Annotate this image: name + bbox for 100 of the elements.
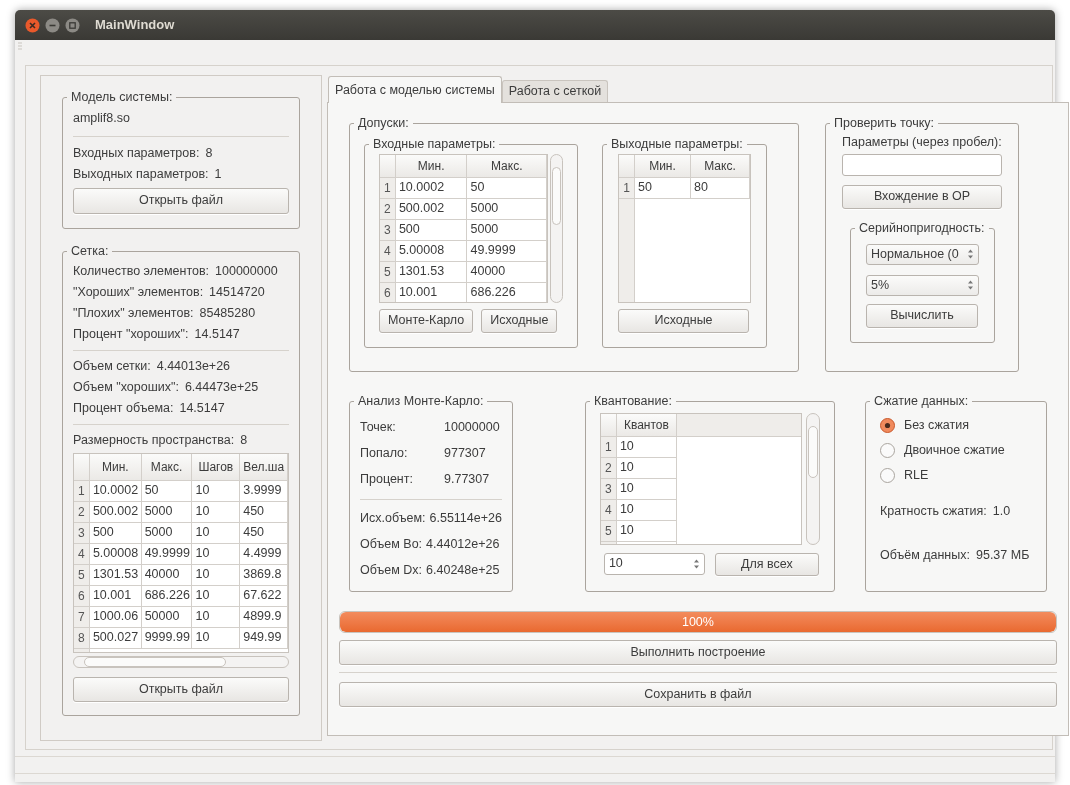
column-header[interactable]: Квантов (616, 413, 677, 437)
table-cell: 3869.8 (240, 564, 288, 586)
horizontal-scrollbar[interactable] (73, 655, 289, 668)
button[interactable]: Выполнить построение (339, 640, 1057, 665)
spin-box-value: 5% (871, 276, 890, 294)
field-value: 6.40248e+25 (426, 562, 500, 580)
table-cell: 10 (192, 564, 241, 586)
field-value: 6.55114e+26 (429, 510, 502, 528)
row-header[interactable]: 5 (380, 261, 396, 283)
table-cell: 450 (240, 501, 288, 523)
vertical-scrollbar[interactable] (805, 412, 820, 545)
group-title: Анализ Монте-Карло: (357, 393, 485, 410)
row-header[interactable]: 2 (380, 198, 396, 220)
row-header[interactable]: 7 (74, 606, 90, 628)
button[interactable]: Вхождение в ОР (842, 184, 1002, 209)
field-value: 4.44013e+26 (156, 357, 231, 375)
column-header[interactable]: Макс. (691, 154, 750, 178)
button[interactable]: Вычислить (866, 303, 978, 328)
spin-box[interactable]: 5% (866, 274, 979, 296)
radio-label: Двоичное сжатие (903, 441, 1005, 459)
table-cell: 80 (691, 177, 750, 199)
group-title: Сетка: (70, 242, 110, 260)
spin-box[interactable]: 10 (603, 552, 705, 575)
spin-box[interactable]: Нормальное (0 (866, 243, 979, 265)
field-value: 8 (205, 144, 213, 162)
group-title: Входные параметры: (372, 135, 497, 153)
field-value: 100000000 (215, 262, 278, 280)
row-header[interactable]: 5 (74, 564, 90, 586)
table-cell: 50 (467, 177, 547, 199)
spin-box-value: 10 (608, 555, 623, 573)
spin-arrows-icon[interactable] (967, 248, 974, 260)
button[interactable]: Исходные (618, 308, 749, 333)
radio-button[interactable] (879, 417, 895, 433)
text-field[interactable] (842, 153, 1002, 176)
row-header[interactable]: 5 (600, 520, 617, 542)
row-header[interactable]: 2 (600, 457, 617, 479)
field-value: 1.0 (992, 502, 1011, 520)
spin-arrows-icon[interactable] (692, 557, 700, 570)
field-value: 1 (214, 165, 222, 183)
row-header[interactable]: 2 (74, 501, 90, 523)
table-cell: 949.99 (240, 627, 288, 649)
field-value: 6.44473e+25 (184, 378, 259, 396)
table-cell: 10 (192, 585, 241, 607)
row-header[interactable]: 3 (74, 522, 90, 544)
column-header[interactable]: Мин. (89, 453, 142, 481)
button[interactable]: Открыть файл (73, 676, 289, 702)
group-title: Допуски: (357, 115, 410, 132)
button[interactable]: Открыть файл (73, 187, 289, 214)
row-header[interactable]: 3 (380, 219, 396, 241)
minimize-icon[interactable] (45, 17, 60, 33)
button[interactable]: Монте-Карло (379, 308, 474, 333)
button[interactable]: Сохранить в файл (339, 682, 1057, 707)
group-title: Проверить точку: (833, 115, 936, 132)
column-header[interactable]: Мин. (635, 154, 691, 178)
spin-box-value: Нормальное (0 (871, 245, 959, 263)
column-header[interactable]: Макс. (467, 154, 547, 178)
radio-button[interactable] (879, 442, 895, 458)
header-corner (74, 453, 90, 481)
field-value: 14.5147 (194, 325, 240, 343)
radio-button[interactable] (879, 467, 895, 483)
vertical-scrollbar[interactable] (550, 153, 563, 303)
tab[interactable]: Работа с моделью системы (328, 76, 502, 103)
progress-text: 100% (681, 613, 714, 631)
radio-label: RLE (903, 466, 929, 484)
table-cell: 10 (192, 606, 241, 628)
button[interactable]: Исходные (481, 308, 558, 333)
row-header[interactable]: 4 (600, 499, 617, 521)
row-header[interactable]: 4 (380, 240, 396, 262)
button[interactable]: Для всех (714, 552, 819, 576)
field-value: 95.37 МБ (976, 546, 1030, 564)
row-header[interactable]: 3 (600, 478, 617, 500)
field-label: Процент: (360, 471, 414, 489)
spin-arrows-icon[interactable] (967, 279, 974, 291)
header-corner (380, 154, 396, 178)
field-value: 4.44012e+26 (426, 536, 500, 554)
row-header[interactable]: 1 (600, 436, 617, 458)
close-icon[interactable] (25, 17, 40, 33)
field-value: 977307 (444, 445, 486, 463)
row-header[interactable]: 1 (74, 480, 90, 502)
row-header[interactable]: 1 (619, 177, 635, 199)
table-cell: 5000 (467, 198, 547, 220)
row-header[interactable]: 1 (380, 177, 396, 199)
tab[interactable]: Работа с сеткой (501, 80, 609, 102)
field-label: Попало: (360, 445, 409, 463)
header-corner (619, 154, 635, 178)
row-header[interactable]: 6 (74, 585, 90, 607)
row-header-strip (74, 648, 90, 652)
maximize-icon[interactable] (65, 17, 80, 33)
field-label: Объем Dx: (360, 562, 423, 580)
row-header[interactable]: 8 (74, 627, 90, 649)
column-header[interactable]: Вел.ша (240, 453, 288, 481)
table-cell: 49.9999 (467, 240, 547, 262)
header-corner (600, 413, 617, 437)
column-header[interactable]: Макс. (141, 453, 193, 481)
column-header[interactable]: Мин. (395, 154, 468, 178)
column-header[interactable]: Шагов (192, 453, 241, 481)
field-label: Точек: (360, 419, 397, 437)
row-header[interactable]: 4 (74, 543, 90, 565)
table-cell: 10 (192, 522, 241, 544)
table-cell: 50 (635, 177, 691, 199)
